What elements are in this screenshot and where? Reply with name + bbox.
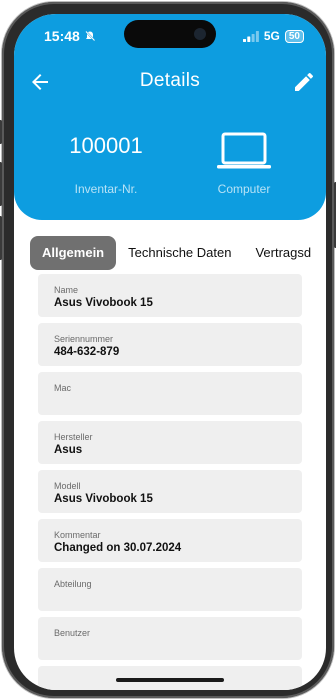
- action-button: [0, 120, 2, 144]
- camera-dot: [194, 28, 206, 40]
- computer-icon: [217, 132, 271, 169]
- volume-up-button: [0, 162, 2, 206]
- top-app-bar: Details: [14, 66, 326, 98]
- dynamic-island: [124, 20, 216, 48]
- category-label: Computer: [217, 182, 271, 196]
- screen: 15:48 5G 50 Details 100001 Inventar-Nr. …: [14, 14, 326, 690]
- inventory-summary: 100001 Inventar-Nr.: [41, 132, 171, 196]
- field-benutzer[interactable]: Benutzer: [38, 617, 302, 660]
- volume-down-button: [0, 216, 2, 260]
- inventory-label: Inventar-Nr.: [74, 182, 138, 196]
- field-kommentar[interactable]: Kommentar Changed on 30.07.2024: [38, 519, 302, 562]
- field-value: Asus Vivobook 15: [54, 297, 153, 309]
- tab-bar: Allgemein Technische Daten Vertragsd: [30, 236, 323, 270]
- field-value: Asus Vivobook 15: [54, 493, 153, 505]
- edit-pencil-icon[interactable]: [292, 70, 316, 94]
- status-time-group: 15:48: [44, 28, 96, 44]
- tab-technische-daten[interactable]: Technische Daten: [116, 236, 243, 270]
- bell-slash-icon: [85, 30, 96, 42]
- status-indicators: 5G 50: [242, 29, 304, 43]
- status-bar: 15:48 5G 50: [14, 14, 326, 58]
- details-header: 15:48 5G 50 Details 100001 Inventar-Nr. …: [14, 14, 326, 220]
- field-label: Kommentar: [54, 530, 101, 540]
- field-label: Abteilung: [54, 579, 92, 589]
- network-type: 5G: [263, 29, 280, 43]
- field-label: Modell: [54, 481, 81, 491]
- field-label: Hersteller: [54, 432, 93, 442]
- battery-indicator: 50: [284, 29, 304, 43]
- tab-allgemein[interactable]: Allgemein: [30, 236, 117, 270]
- field-abteilung[interactable]: Abteilung: [38, 568, 302, 611]
- tab-vertragsdaten[interactable]: Vertragsd: [243, 236, 323, 270]
- field-modell[interactable]: Modell Asus Vivobook 15: [38, 470, 302, 513]
- field-label: Benutzer: [54, 628, 91, 638]
- field-label: Seriennummer: [54, 334, 114, 344]
- field-list: Name Asus Vivobook 15 Seriennummer 484-6…: [38, 274, 302, 690]
- signal-icon: [242, 30, 259, 42]
- field-label: Mac: [54, 383, 72, 393]
- page-title: Details: [139, 70, 201, 91]
- inventory-number: 100001: [69, 133, 143, 158]
- phone-frame: 15:48 5G 50 Details 100001 Inventar-Nr. …: [0, 2, 336, 698]
- field-seriennummer[interactable]: Seriennummer 484-632-879: [38, 323, 302, 366]
- field-hersteller[interactable]: Hersteller Asus: [38, 421, 302, 464]
- field-value: Changed on 30.07.2024: [54, 542, 182, 554]
- field-label: Name: [54, 285, 79, 295]
- status-time: 15:48: [44, 28, 80, 44]
- field-mac[interactable]: Mac: [38, 372, 302, 415]
- field-value: Asus: [54, 444, 83, 456]
- field-name[interactable]: Name Asus Vivobook 15: [38, 274, 302, 317]
- field-value: 484-632-879: [54, 346, 120, 358]
- home-indicator[interactable]: [116, 678, 224, 682]
